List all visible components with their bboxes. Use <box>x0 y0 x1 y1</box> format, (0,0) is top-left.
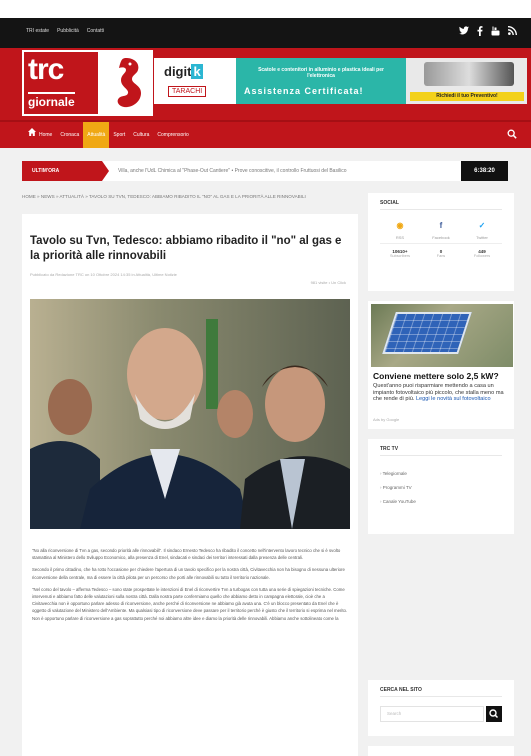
seahorse-icon <box>117 58 141 108</box>
header-social-icons <box>459 26 517 36</box>
next-panel <box>368 746 514 756</box>
sidebar-ad-headline: Conviene mettere solo 2,5 kW? <box>373 371 499 381</box>
trc-tv-list: Telegiornale Programmi TV Canale YouTube <box>380 467 416 509</box>
social-twitter-label: Twitter <box>476 235 488 240</box>
nav-item-cultura[interactable]: Cultura <box>129 122 153 148</box>
social-facebook-label: Facebook <box>432 235 450 240</box>
nav-item-cronaca[interactable]: Cronaca <box>56 122 83 148</box>
digitek-logo: digit k <box>164 64 203 79</box>
facebook-icon[interactable] <box>477 26 483 36</box>
trc-tv-title: TRC TV <box>380 446 399 452</box>
sidebar-search-button[interactable] <box>486 706 502 722</box>
utility-bar: TRI estate Pubblicità Contatti <box>0 18 531 48</box>
social-divider <box>380 243 502 244</box>
ticker-clock: 6:38:20 <box>461 161 508 181</box>
article-meta: Pubblicato da Redazione TRC on 10 Ottobr… <box>30 272 177 277</box>
article-photo-illustration <box>30 299 350 529</box>
nav-item-home-label: Home <box>39 132 53 138</box>
twitter-icon: ✓ <box>478 221 486 230</box>
main-nav: Home Cronaca Attualità Sport Cultura Com… <box>0 120 531 148</box>
utility-link-2[interactable]: Pubblicità <box>57 28 79 34</box>
nav-item-home[interactable]: Home <box>24 122 56 148</box>
search-icon[interactable] <box>507 129 517 139</box>
utility-links: TRI estate Pubblicità Contatti <box>26 28 104 34</box>
social-twitter-sub: Followers <box>473 254 491 258</box>
tarachi-label: TARACHI <box>168 86 207 97</box>
enclosures-ad[interactable]: Scatole e contenitori in alluminio e pla… <box>236 58 406 104</box>
social-rss[interactable]: ◉ RSS 10610+ Subscribers <box>380 221 420 258</box>
search-icon <box>489 709 499 719</box>
nav-items: Home Cronaca Attualità Sport Cultura Com… <box>24 122 193 148</box>
breaking-news-ticker: ULTIM'ORA Villa, anche l'UdL Chimica al … <box>22 161 508 181</box>
tv-link-youtube[interactable]: Canale YouTube <box>380 495 416 509</box>
twitter-icon[interactable] <box>459 26 469 35</box>
enclosures-ad-line1: Scatole e contenitori in alluminio e pla… <box>258 67 384 79</box>
digitek-brand-prefix: digit <box>164 64 192 79</box>
ticker-text[interactable]: Villa, anche l'UdL Chimica al "Phase-Out… <box>118 168 448 174</box>
facebook-icon: f <box>439 221 443 230</box>
nav-item-sport[interactable]: Sport <box>109 122 129 148</box>
enclosures-ad-line2: Assistenza Certificata! <box>244 86 364 96</box>
social-rss-sub: Subscribers <box>389 254 411 258</box>
ticker-label: ULTIM'ORA <box>22 161 109 181</box>
top-whitespace <box>0 0 531 18</box>
rss-icon: ◉ <box>396 221 404 230</box>
social-facebook-sub: Fans <box>436 254 446 258</box>
logo-trc-text: trc <box>28 53 64 86</box>
article-paragraph: Secondo il primo cittadino, che ha rotto… <box>32 567 345 580</box>
sidebar-ad[interactable]: Conviene mettere solo 2,5 kW? Quest'anno… <box>368 301 514 429</box>
panel-divider <box>380 455 502 456</box>
article-title: Tavolo su Tvn, Tedesco: abbiamo ribadito… <box>30 235 342 262</box>
article-container: Tavolo su Tvn, Tedesco: abbiamo ribadito… <box>22 214 358 756</box>
social-facebook[interactable]: f Facebook 0 Fans <box>421 221 461 258</box>
site-logo[interactable]: trc giornale <box>22 50 153 116</box>
panel-divider <box>380 696 502 697</box>
solar-panel-illustration <box>382 312 472 354</box>
article-paragraph: "Nel corso del tavolo – afferma Tedesco … <box>32 586 348 621</box>
article-paragraph: "No alla riconversione di Tvn a gas, sec… <box>32 548 341 561</box>
sidebar-ad-link[interactable]: Leggi le novità sul fotovoltaico <box>416 396 491 402</box>
sidebar-ad-text: Quest'anno puoi risparmiare mettendo a c… <box>373 383 511 403</box>
tv-link-telegiornale[interactable]: Telegiornale <box>380 467 416 481</box>
social-twitter[interactable]: ✓ Twitter 449 Followers <box>462 221 502 258</box>
logo-giornale-text: giornale <box>28 92 75 109</box>
youtube-icon[interactable] <box>491 26 500 36</box>
quote-cta[interactable]: Richiedi il tuo Preventivo! <box>410 92 524 101</box>
nav-item-comprensorio[interactable]: Comprensorio <box>153 122 192 148</box>
digitek-brand-suffix: k <box>191 64 203 79</box>
social-panel-title: SOCIAL <box>380 200 399 206</box>
home-icon <box>28 128 36 136</box>
search-panel-title: CERCA NEL SITO <box>380 687 422 693</box>
panel-divider <box>380 209 502 210</box>
solar-ad-image <box>371 304 513 367</box>
utility-link-3[interactable]: Contatti <box>87 28 104 34</box>
social-rss-label: RSS <box>395 235 405 240</box>
digitek-ad[interactable]: digit k TARACHI <box>154 58 236 104</box>
article-body: "No alla riconversione di Tvn a gas, sec… <box>32 547 350 627</box>
article-photo <box>30 299 350 529</box>
tv-link-programmi[interactable]: Programmi TV <box>380 481 416 495</box>
quote-ad[interactable]: Richiedi il tuo Preventivo! <box>406 58 527 104</box>
rss-icon[interactable] <box>508 26 517 35</box>
article-views: 981 visite • Un Click <box>310 280 346 285</box>
device-image <box>424 62 514 86</box>
breadcrumb[interactable]: HOME » NEWS » ATTUALITÀ » TAVOLO SU TVN,… <box>22 193 358 201</box>
trc-tv-panel: TRC TV Telegiornale Programmi TV Canale … <box>368 439 514 534</box>
utility-link-1[interactable]: TRI estate <box>26 28 49 34</box>
sidebar-search-input[interactable]: Search <box>380 706 484 722</box>
logo-box: trc giornale <box>24 52 98 114</box>
sidebar-ad-footer: Ads by Google <box>373 417 400 422</box>
nav-item-attualita[interactable]: Attualità <box>83 122 110 148</box>
search-panel: CERCA NEL SITO Search <box>368 680 514 736</box>
social-panel: SOCIAL ◉ RSS 10610+ Subscribers f Facebo… <box>368 193 514 291</box>
